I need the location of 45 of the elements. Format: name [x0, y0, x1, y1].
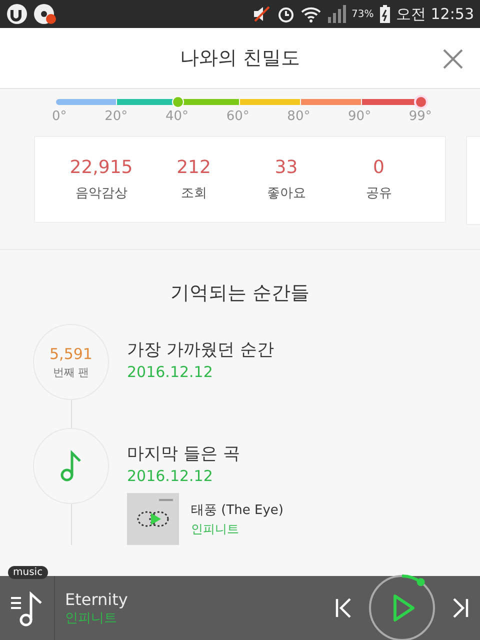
- music-badge: music: [8, 566, 48, 579]
- stat-value: 0: [373, 157, 384, 178]
- music-note-icon: [60, 450, 82, 482]
- meter-end-marker: [414, 95, 428, 109]
- section-title: 기억되는 순간들: [170, 281, 310, 306]
- fan-rank-caption: 번째 팬: [52, 364, 90, 380]
- now-playing-artist: 인피니트: [65, 610, 118, 626]
- scale-label: 60°: [226, 109, 250, 124]
- close-icon: [442, 48, 464, 70]
- now-playing-title: Eternity: [65, 590, 129, 608]
- song-title: 태풍 (The Eye): [191, 502, 284, 518]
- page-title: 나와의 친밀도: [180, 46, 300, 71]
- artist-name: 인피니트: [191, 520, 240, 538]
- moment-title: 가장 가까웠던 순간: [127, 339, 274, 361]
- stat-label: 공유: [366, 185, 392, 202]
- scale-label: 99°: [408, 109, 432, 124]
- meter-marker: [172, 96, 184, 108]
- moment-date: 2016.12.12: [127, 467, 214, 485]
- stat-label: 음악감상: [75, 185, 128, 202]
- notification-icon: [33, 3, 57, 25]
- scale-label: 0°: [52, 109, 67, 124]
- play-progress-icon: [366, 572, 438, 640]
- moment-title: 마지막 들은 곡: [127, 443, 241, 465]
- signal-icon: [326, 5, 347, 23]
- stat-value: 22,915: [70, 157, 133, 178]
- battery-icon: [378, 5, 391, 23]
- previous-icon: [334, 597, 354, 619]
- scale-label: 20°: [104, 109, 128, 124]
- scale-label: 80°: [287, 109, 310, 124]
- moment-date: 2016.12.12: [127, 363, 214, 381]
- mute-icon: [252, 5, 272, 23]
- clock-time: 12:53: [430, 5, 474, 23]
- stat-label: 좋아요: [266, 185, 306, 202]
- stat-label: 조회: [180, 185, 207, 202]
- stat-value: 33: [274, 157, 298, 178]
- stat-value: 212: [176, 157, 211, 178]
- battery-percent: 73%: [352, 8, 374, 20]
- alarm-icon: [276, 5, 295, 23]
- scale-label: 40°: [165, 109, 188, 124]
- wifi-icon: [300, 5, 322, 23]
- app-icon: [6, 3, 28, 25]
- fan-rank: 5,591: [50, 344, 92, 362]
- clock-period: 오전: [396, 4, 426, 24]
- scale-label: 90°: [348, 109, 372, 124]
- next-icon: [450, 597, 470, 619]
